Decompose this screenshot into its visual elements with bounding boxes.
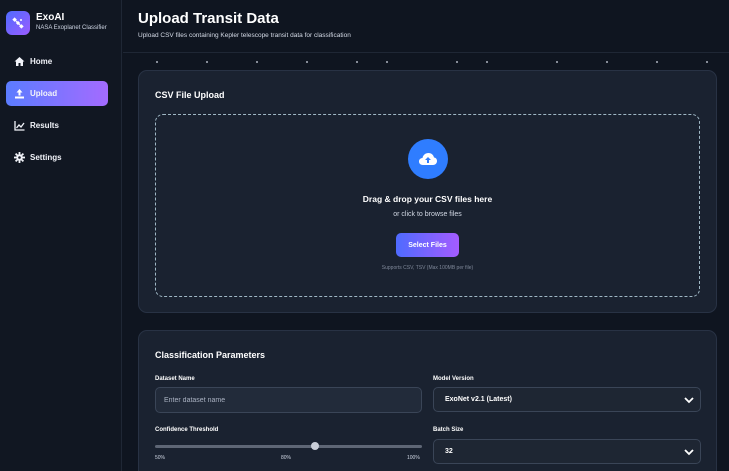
batch-size-label: Batch Size (433, 427, 464, 433)
sidebar-nav: Home Upload Results Settings (0, 49, 121, 170)
confidence-slider-track[interactable] (155, 445, 422, 448)
sidebar-item-label: Results (30, 121, 59, 130)
home-icon (13, 56, 25, 68)
page-subtitle: Upload CSV files containing Kepler teles… (138, 32, 351, 39)
sidebar-item-label: Home (30, 57, 53, 66)
chevron-down-icon (684, 449, 694, 456)
page-title: Upload Transit Data (138, 10, 279, 27)
dataset-name-label: Dataset Name (155, 376, 195, 382)
parameters-card: Classification Parameters Dataset Name M… (138, 330, 717, 471)
sidebar-item-home[interactable]: Home (6, 49, 108, 74)
brand-subtitle: NASA Exoplanet Classifier (36, 25, 107, 31)
sidebar-item-results[interactable]: Results (6, 113, 108, 138)
upload-card-title: CSV File Upload (155, 90, 225, 100)
slider-max-label: 100% (407, 455, 420, 461)
file-dropzone[interactable]: Drag & drop your CSV files here or click… (155, 114, 700, 297)
dropzone-subtitle: or click to browse files (393, 211, 462, 218)
batch-size-select[interactable]: 32 (433, 439, 701, 464)
page-header: Upload Transit Data Upload CSV files con… (123, 0, 729, 53)
upload-card: CSV File Upload Drag & drop your CSV fil… (138, 70, 717, 313)
slider-min-label: 50% (155, 455, 166, 461)
dataset-name-input[interactable] (155, 387, 422, 413)
model-version-value: ExoNet v2.1 (Latest) (445, 396, 512, 403)
gear-icon (13, 152, 25, 164)
sidebar: ExoAI NASA Exoplanet Classifier Home Upl… (0, 0, 122, 471)
dropzone-title: Drag & drop your CSV files here (362, 194, 493, 204)
batch-size-value: 32 (445, 448, 453, 455)
cloud-upload-icon (408, 139, 448, 179)
slider-mid-label: 80% (281, 455, 292, 461)
select-files-button[interactable]: Select Files (396, 233, 459, 257)
sidebar-item-label: Settings (30, 153, 62, 162)
sidebar-item-label: Upload (30, 89, 58, 98)
brand-name: ExoAI (36, 12, 65, 23)
parameters-card-title: Classification Parameters (155, 350, 266, 360)
confidence-threshold-label: Confidence Threshold (155, 427, 219, 433)
chevron-down-icon (684, 397, 694, 404)
sidebar-item-settings[interactable]: Settings (6, 145, 108, 170)
confidence-slider-thumb[interactable] (311, 442, 320, 450)
supported-formats-note: Supports CSV, TSV (Max 100MB per file) (381, 265, 474, 271)
satellite-icon (6, 10, 30, 35)
upload-icon (13, 88, 25, 100)
model-version-label: Model Version (433, 376, 474, 382)
chart-line-icon (13, 120, 25, 132)
star-dots-decoration (123, 61, 729, 64)
brand[interactable]: ExoAI NASA Exoplanet Classifier (0, 0, 121, 36)
sidebar-item-upload[interactable]: Upload (6, 81, 108, 106)
model-version-select[interactable]: ExoNet v2.1 (Latest) (433, 387, 701, 412)
